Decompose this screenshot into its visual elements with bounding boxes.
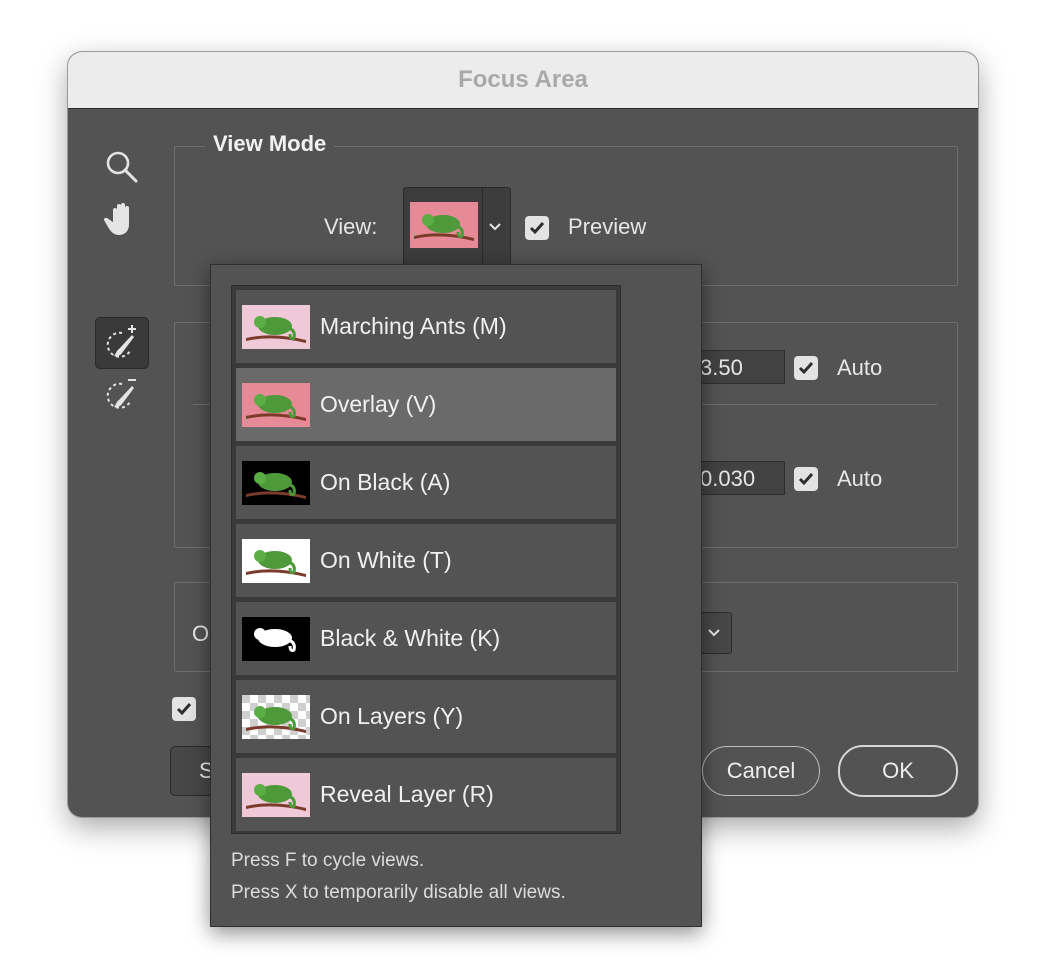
output-label: O xyxy=(192,621,210,646)
view-mode-item[interactable]: Reveal Layer (R) xyxy=(236,758,616,831)
view-mode-item-label: Overlay (V) xyxy=(320,391,437,417)
auto-checkbox-2[interactable] xyxy=(794,467,818,491)
view-mode-item[interactable]: Marching Ants (M) xyxy=(236,290,616,363)
parameter-field-1[interactable]: 3.50 xyxy=(693,350,785,384)
chevron-down-icon xyxy=(708,629,720,637)
checkmark-icon xyxy=(176,703,192,716)
view-mode-item[interactable]: On Black (A) xyxy=(236,446,616,519)
view-thumbnail-icon xyxy=(242,304,310,349)
ok-button[interactable]: OK xyxy=(838,745,958,797)
view-select[interactable] xyxy=(403,187,511,267)
view-mode-item-label: Black & White (K) xyxy=(320,625,501,651)
view-thumbnail-icon xyxy=(242,460,310,505)
view-mode-item-label: Marching Ants (M) xyxy=(320,313,507,339)
auto-label-1[interactable]: Auto xyxy=(837,355,882,381)
dialog-title: Focus Area xyxy=(458,66,588,93)
view-mode-item-label: On White (T) xyxy=(320,547,452,573)
hand-icon xyxy=(104,203,129,235)
view-mode-item-label: On Black (A) xyxy=(320,469,451,495)
view-thumbnail-icon xyxy=(242,538,310,583)
checkmark-icon xyxy=(529,222,545,235)
view-label: View: xyxy=(324,214,378,239)
view-mode-list: Marching Ants (M) Overlay (V) On Black (A)… xyxy=(231,285,621,834)
view-mode-item[interactable]: Overlay (V) xyxy=(236,368,616,441)
view-mode-legend: View Mode xyxy=(205,131,335,157)
auto-label-2[interactable]: Auto xyxy=(837,466,882,492)
focus-area-subtract-tool[interactable] xyxy=(96,369,148,419)
hint-cycle-views: Press F to cycle views. xyxy=(231,850,425,871)
view-thumbnail-icon xyxy=(242,694,310,739)
preview-checkbox[interactable] xyxy=(525,216,549,240)
view-thumbnail-icon xyxy=(242,616,310,661)
bottom-option-checkbox[interactable] xyxy=(172,697,196,721)
focus-area-subtract-tool-icon xyxy=(106,379,136,409)
view-mode-item-label: On Layers (Y) xyxy=(320,703,464,729)
checkmark-icon xyxy=(798,362,814,375)
zoom-icon xyxy=(106,151,138,183)
cancel-button[interactable]: Cancel xyxy=(702,746,820,796)
parameter-field-2[interactable]: 0.030 xyxy=(693,461,785,495)
focus-area-add-tool[interactable] xyxy=(95,317,149,369)
zoom-tool[interactable] xyxy=(96,142,148,192)
checkmark-icon xyxy=(798,473,814,486)
auto-checkbox-1[interactable] xyxy=(794,356,818,380)
view-mode-item-label: Reveal Layer (R) xyxy=(320,781,494,807)
overlay-thumbnail xyxy=(410,202,478,248)
hint-disable-views: Press X to temporarily disable all views… xyxy=(231,882,566,903)
hand-tool[interactable] xyxy=(96,194,148,244)
view-mode-dropdown: Marching Ants (M) Overlay (V) On Black (A)… xyxy=(210,264,702,927)
view-mode-item[interactable]: On White (T) xyxy=(236,524,616,597)
view-thumbnail-icon xyxy=(242,382,310,427)
preview-label[interactable]: Preview xyxy=(568,214,646,240)
view-thumbnail-icon xyxy=(242,772,310,817)
title-bar: Focus Area xyxy=(68,52,978,109)
view-mode-item[interactable]: On Layers (Y) xyxy=(236,680,616,753)
view-mode-item[interactable]: Black & White (K) xyxy=(236,602,616,675)
chevron-down-icon xyxy=(489,223,501,231)
focus-area-add-tool-icon xyxy=(106,325,136,358)
